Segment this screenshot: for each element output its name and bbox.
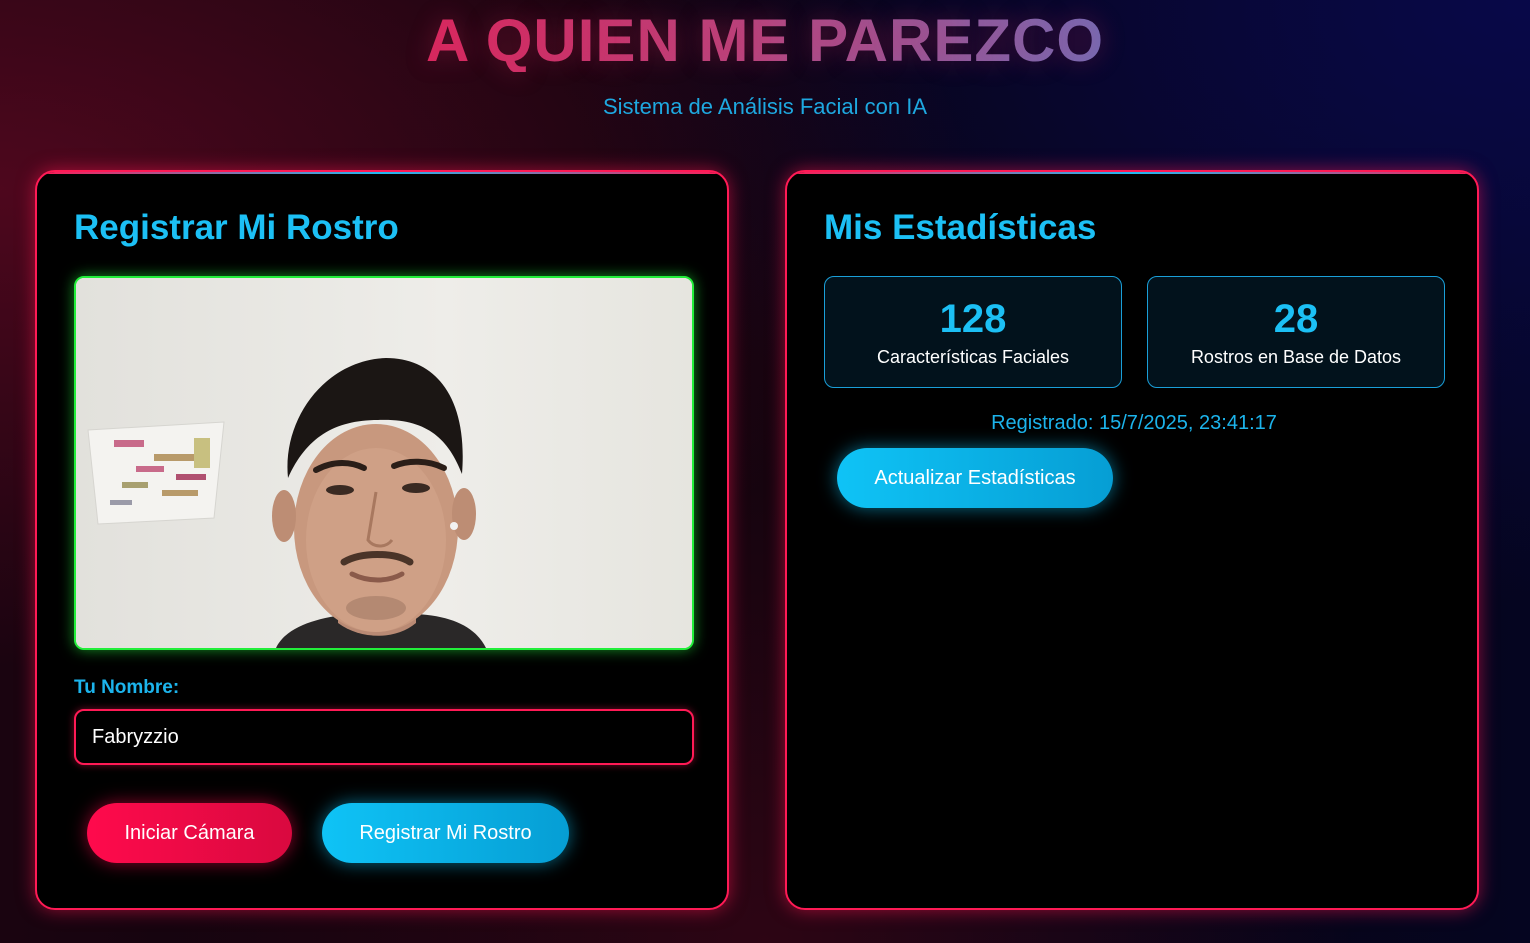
register-face-button[interactable]: Registrar Mi Rostro (322, 803, 569, 863)
registered-timestamp: Registrado: 15/7/2025, 23:41:17 (991, 412, 1277, 434)
stat-card-faces-in-database: 28 Rostros en Base de Datos (1147, 276, 1445, 388)
wall-paper-sheet (87, 421, 225, 525)
stat-label-faces-in-database: Rostros en Base de Datos (1190, 347, 1402, 367)
stat-value-faces-in-database: 28 (1273, 297, 1319, 341)
register-face-panel: Registrar Mi Rostro Tu Nombre: Fabryzzio… (35, 170, 729, 910)
statistics-panel: Mis Estadísticas 128 Características Fac… (785, 170, 1479, 910)
register-panel-title: Registrar Mi Rostro (74, 208, 399, 247)
refresh-statistics-button[interactable]: Actualizar Estadísticas (837, 448, 1113, 508)
stat-value-facial-features: 128 (939, 297, 1007, 341)
camera-preview-image (76, 278, 692, 648)
statistics-panel-title: Mis Estadísticas (824, 208, 1097, 247)
app-title: A QUIEN ME PAREZCO (426, 0, 1104, 72)
name-input[interactable] (74, 709, 694, 765)
page-header: A QUIEN ME PAREZCO Sistema de Análisis F… (0, 0, 1530, 120)
name-field-label: Tu Nombre: (74, 677, 180, 698)
start-camera-button[interactable]: Iniciar Cámara (87, 803, 292, 863)
camera-video-feed (74, 276, 694, 650)
stat-card-facial-features: 128 Características Faciales (824, 276, 1122, 388)
stat-label-facial-features: Características Faciales (876, 347, 1070, 367)
app-subtitle: Sistema de Análisis Facial con IA (602, 94, 928, 119)
